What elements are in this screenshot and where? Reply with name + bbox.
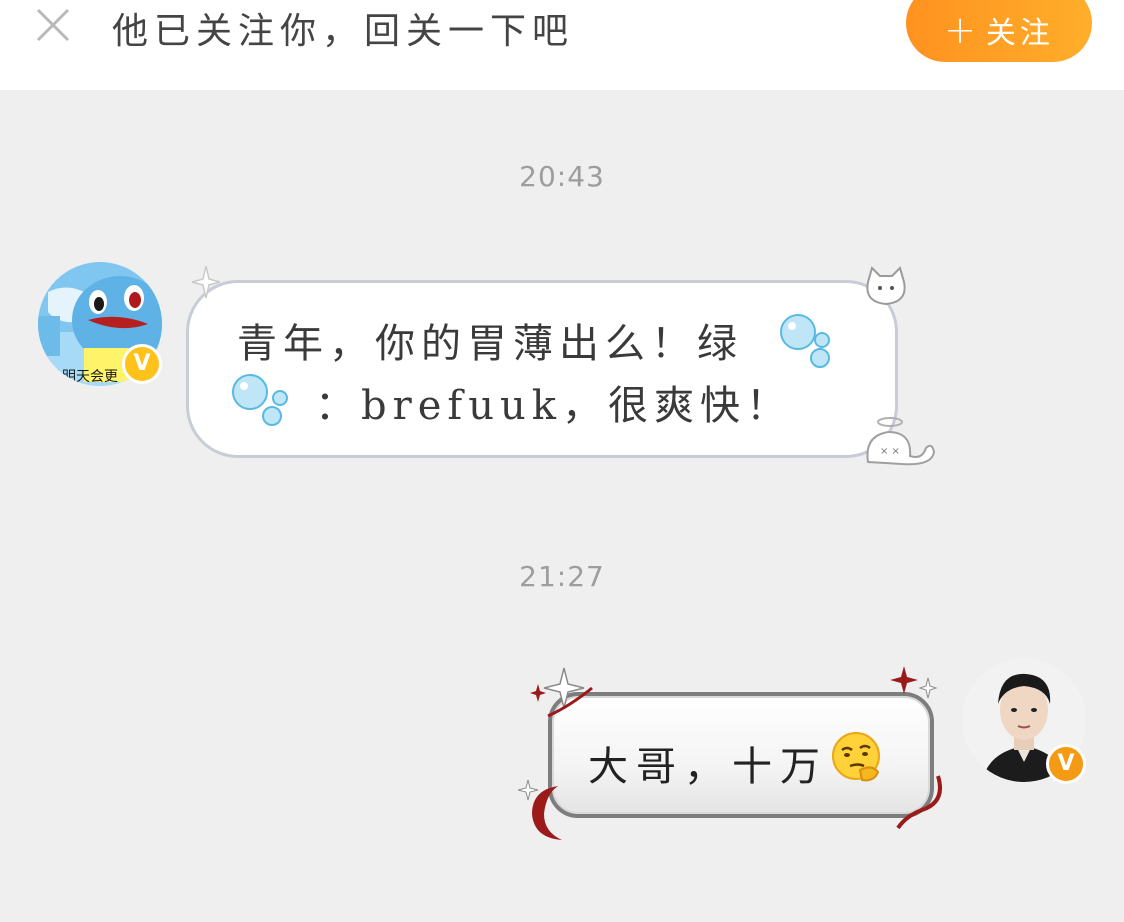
- ghost-sticker-icon: × ×: [866, 417, 936, 466]
- incoming-message-line-2: ：brefuuk，很爽快！: [315, 383, 792, 429]
- star-ornament-icon: [530, 667, 593, 718]
- avatar-caption: 明天会更: [62, 369, 118, 385]
- follow-back-banner: 他已关注你，回关一下吧 + 关注: [0, 0, 1124, 90]
- incoming-message-line-1: 青年，你的胃薄出么！绿: [237, 321, 743, 367]
- thinking-face-emoji: [832, 732, 880, 782]
- star-ornament-icon: [890, 666, 938, 699]
- water-bubbles-emoji: [780, 314, 830, 368]
- plus-icon: +: [944, 8, 976, 52]
- sparkle-icon: [192, 266, 220, 298]
- verified-badge: V: [122, 344, 162, 384]
- close-icon[interactable]: [34, 4, 74, 44]
- outgoing-message-text: 大哥，十万: [588, 744, 828, 790]
- follow-button-label: 关注: [985, 16, 1054, 51]
- water-bubbles-emoji: [232, 374, 288, 426]
- crescent-moon-icon: [518, 779, 562, 840]
- incoming-message-text: 青年，你的胃薄出么！绿 ：brefuuk，很爽快！: [237, 313, 847, 437]
- cat-sticker-icon: [866, 266, 906, 306]
- verified-badge: V: [1046, 744, 1086, 784]
- follow-back-text: 他已关注你，回关一下吧: [112, 11, 575, 52]
- message-timestamp: 21:27: [519, 560, 605, 593]
- ribbon-ornament-icon: [896, 775, 942, 830]
- svg-text:× ×: × ×: [880, 446, 900, 457]
- message-timestamp: 20:43: [519, 160, 605, 193]
- follow-button[interactable]: + 关注: [906, 0, 1092, 62]
